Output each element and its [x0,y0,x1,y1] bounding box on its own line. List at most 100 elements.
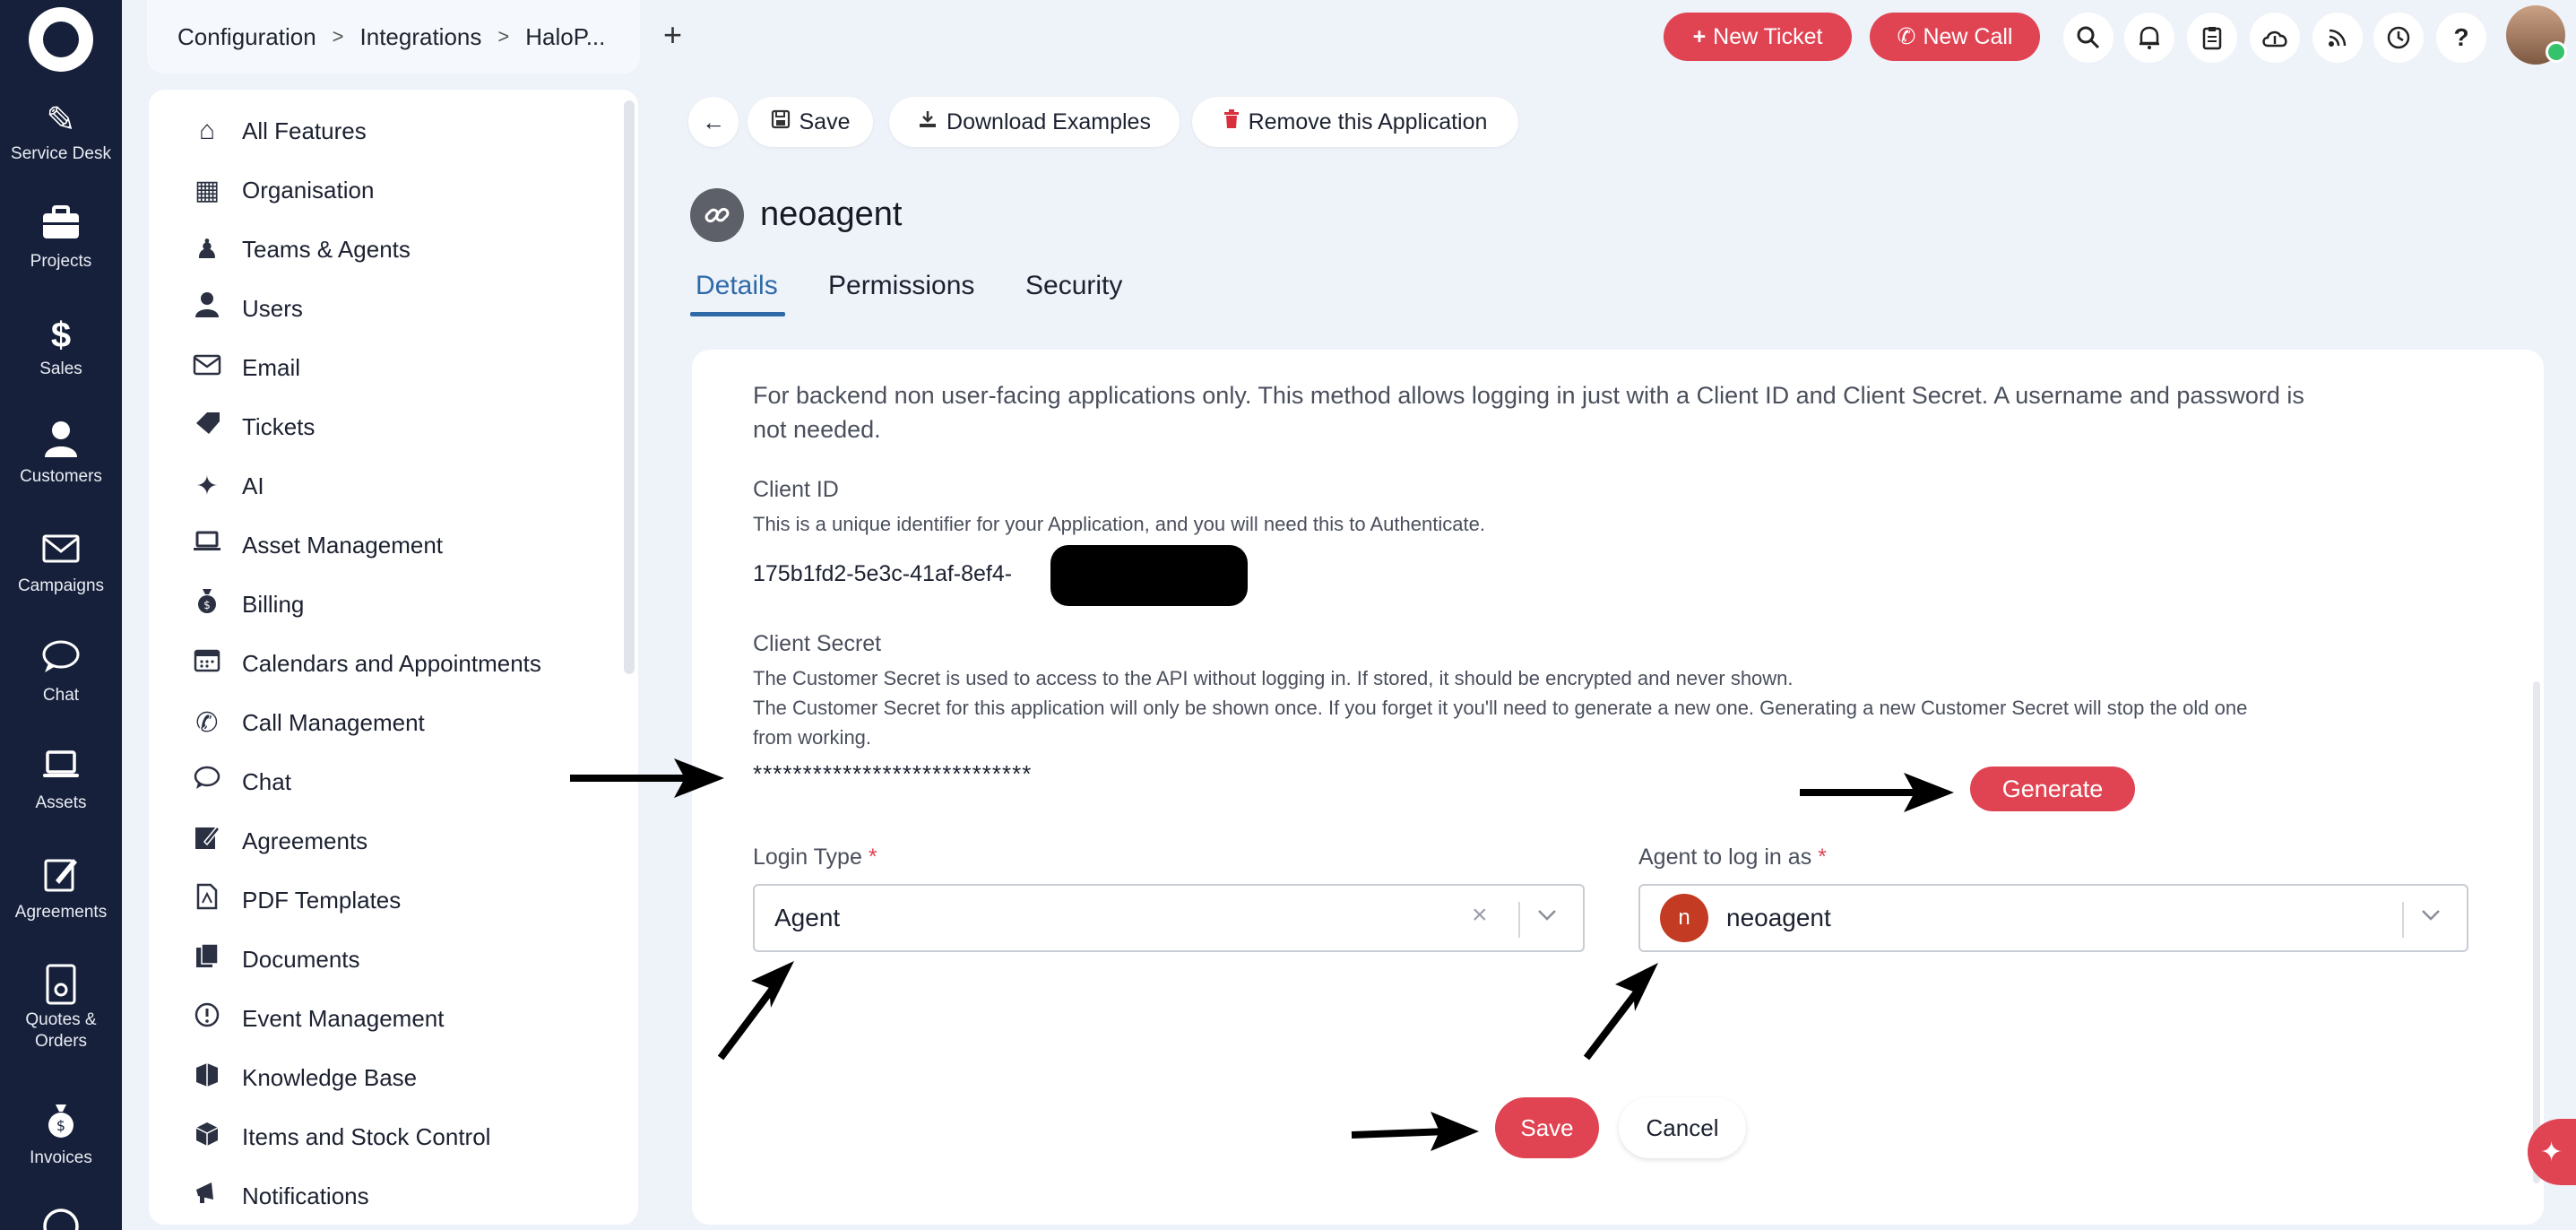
cancel-button[interactable]: Cancel [1619,1097,1746,1158]
download-examples-button[interactable]: Download Examples [889,97,1180,147]
chevron-right-icon: > [497,25,510,48]
sidebar-item-all-features[interactable]: ⌂ All Features [188,113,367,149]
chevron-down-icon[interactable] [2418,902,2443,933]
sidebar-item-organisation[interactable]: ▦ Organisation [188,172,375,208]
user-icon [188,291,226,325]
phone-icon: ✆ [195,707,219,738]
back-button[interactable]: ← [688,97,739,147]
trash-icon [1223,108,1240,135]
content-scrollbar[interactable] [2533,681,2540,1183]
nav-projects[interactable]: Projects [0,204,122,273]
nav-assets[interactable]: Assets [0,746,122,814]
nav-more[interactable] [0,1207,122,1230]
document-icon [0,963,122,1009]
breadcrumb: Configuration > Integrations > HaloP... [147,0,640,74]
clipboard-icon[interactable] [2187,13,2237,63]
required-mark: * [1818,845,1827,870]
sidebar-item-call-management[interactable]: ✆ Call Management [188,705,424,741]
laptop-icon [0,746,122,793]
new-tab-plus-icon[interactable]: + [663,16,682,54]
nav-invoices[interactable]: $ Invoices [0,1101,122,1169]
new-call-button[interactable]: ✆ New Call [1870,13,2040,61]
envelope-icon [0,529,122,576]
sidebar-item-items-stock[interactable]: Items and Stock Control [188,1119,490,1155]
sidebar-scrollbar[interactable] [624,100,635,674]
client-secret-value: **************************** [753,760,1033,787]
chevron-right-icon: > [332,25,344,48]
sidebar-item-event-management[interactable]: Event Management [188,1000,444,1036]
sidebar-item-calendars[interactable]: Calendars and Appointments [188,645,541,681]
megaphone-icon [188,1180,226,1212]
sidebar-item-ai[interactable]: ✦ AI [188,468,264,504]
client-secret-title: Client Secret [753,631,882,656]
sidebar-item-chat[interactable]: Chat [188,764,291,800]
nav-agreements[interactable]: Agreements [0,855,122,923]
sidebar-item-asset-management[interactable]: Asset Management [188,527,443,563]
sidebar-item-users[interactable]: Users [188,290,303,326]
remove-application-button[interactable]: Remove this Application [1192,97,1518,147]
pen-icon [188,824,226,858]
clock-icon[interactable] [2373,13,2424,63]
tab-security[interactable]: Security [1025,271,1122,301]
sidebar-item-agreements[interactable]: Agreements [188,823,367,859]
agent-select[interactable]: n neoagent [1638,884,2468,952]
sidebar-item-knowledge-base[interactable]: Knowledge Base [188,1060,417,1096]
briefcase-icon [0,204,122,251]
client-id-title: Client ID [753,477,839,502]
floppy-disk-icon [771,109,791,135]
sidebar-item-documents[interactable]: Documents [188,941,360,977]
nav-quotes-orders[interactable]: Quotes & Orders [0,963,122,1052]
laptop-icon [188,530,226,560]
chat-icon [188,766,226,798]
sidebar-item-tickets[interactable]: Tickets [188,409,315,445]
login-type-label: Login Type * [753,845,877,870]
breadcrumb-integrations[interactable]: Integrations [360,23,482,51]
bell-icon[interactable] [2124,13,2174,63]
documents-icon [188,942,226,976]
login-type-select[interactable]: Agent × [753,884,1585,952]
books-icon [188,1061,226,1095]
clear-icon[interactable]: × [1472,900,1488,931]
intro-text-line1: For backend non user-facing applications… [753,382,2304,409]
dollar-icon: $ [50,316,72,355]
nav-campaigns[interactable]: Campaigns [0,529,122,597]
tab-details[interactable]: Details [696,271,778,301]
generate-button[interactable]: Generate [1970,767,2135,811]
sparkle-icon: ✦ [195,471,219,501]
nav-chat[interactable]: Chat [0,638,122,706]
building-icon: ▦ [194,175,220,205]
login-type-value: Agent [774,904,841,931]
intro-text-line2: not needed. [753,416,881,443]
sidebar-item-billing[interactable]: $ Billing [188,586,304,622]
sidebar-item-pdf-templates[interactable]: PDF Templates [188,882,401,918]
breadcrumb-current[interactable]: HaloP... [525,23,605,51]
toolbar-save-button[interactable]: Save [748,97,873,147]
client-secret-help1: The Customer Secret is used to access to… [753,667,1794,689]
breadcrumb-configuration[interactable]: Configuration [177,23,316,51]
pen-icon [0,855,122,902]
tab-permissions[interactable]: Permissions [828,271,974,301]
page-title: neoagent [760,195,903,233]
save-button[interactable]: Save [1495,1097,1599,1158]
sidebar-item-notifications[interactable]: Notifications [188,1178,369,1214]
halo-logo[interactable] [29,7,93,72]
nav-service-desk[interactable]: ✎ Service Desk [0,97,122,165]
home-icon: ⌂ [198,116,216,145]
sidebar-item-email[interactable]: Email [188,350,300,385]
phone-icon: ✆ [1897,24,1916,49]
help-icon[interactable]: ? [2436,13,2486,63]
sidebar-item-teams-agents[interactable]: ♟ Teams & Agents [188,231,411,267]
rss-icon[interactable] [2312,13,2363,63]
cloud-download-icon[interactable] [2250,13,2300,63]
search-icon[interactable] [2063,13,2114,63]
user-avatar[interactable] [2506,5,2567,65]
pdf-icon [188,883,226,917]
nav-customers[interactable]: Customers [0,420,122,488]
new-ticket-button[interactable]: + New Ticket [1664,13,1852,61]
nav-sales[interactable]: $ Sales [0,312,122,380]
client-secret-help3: from working. [753,726,872,749]
chevron-down-icon[interactable] [1534,902,1560,933]
select-divider [1518,902,1520,938]
user-icon [0,420,122,466]
email-icon [188,352,226,383]
